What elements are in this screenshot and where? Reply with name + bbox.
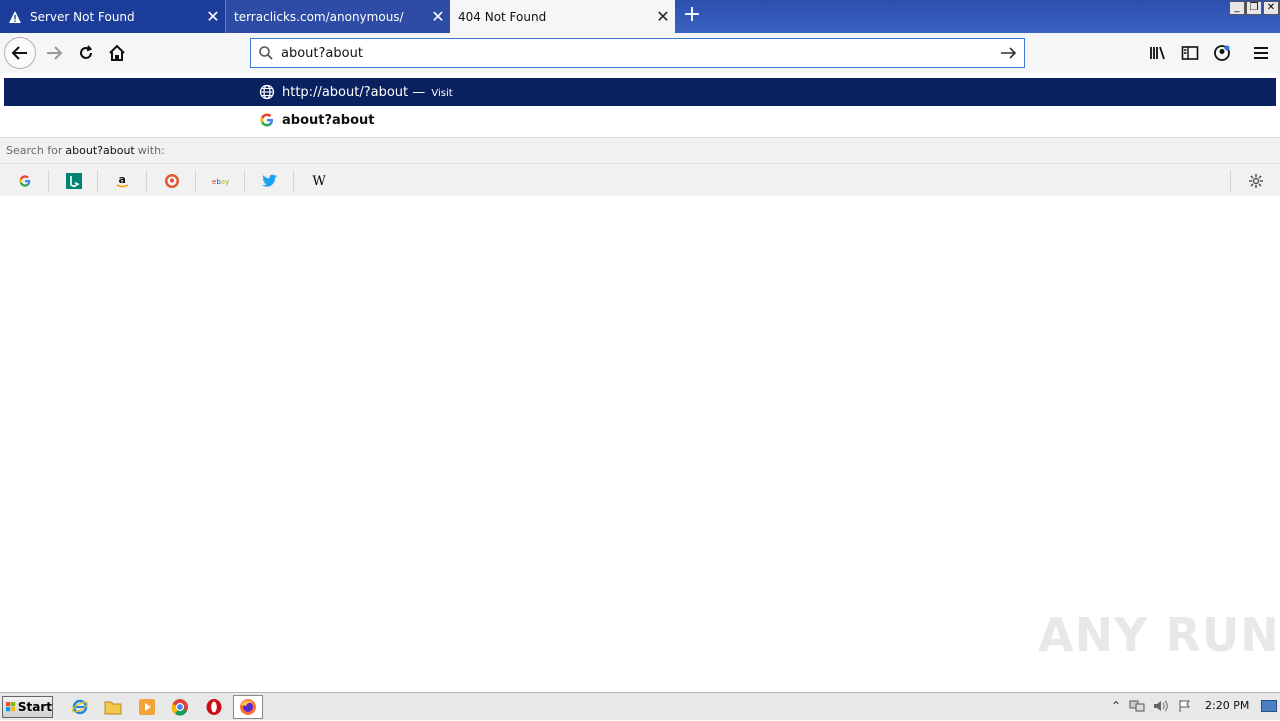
sidebar-icon <box>1181 46 1199 60</box>
internet-explorer-icon[interactable] <box>70 697 90 717</box>
close-tab-icon[interactable]: ✕ <box>651 7 675 26</box>
url-input[interactable]: about?about <box>281 46 994 61</box>
engine-separator <box>1230 170 1231 192</box>
forward-arrow-icon <box>47 46 63 60</box>
google-engine-icon[interactable] <box>15 171 35 191</box>
search-settings-gear-icon[interactable] <box>1246 171 1266 191</box>
show-desktop-icon[interactable] <box>1260 697 1278 715</box>
anyrun-watermark: ANY RUN <box>1038 608 1280 662</box>
firefox-icon <box>240 699 256 715</box>
window-controls: _ ❐ ✕ <box>1228 1 1279 15</box>
close-tab-icon[interactable]: ✕ <box>201 7 225 26</box>
firefox-taskbar-button[interactable] <box>233 695 263 719</box>
file-explorer-icon[interactable] <box>103 697 123 717</box>
globe-icon <box>259 84 275 100</box>
search-for-label: Search for about?about with: <box>0 137 1280 163</box>
media-player-icon[interactable] <box>137 697 157 717</box>
tab-title: terraclicks.com/anonymous/ <box>234 9 404 24</box>
close-tab-icon[interactable]: ✕ <box>426 7 450 26</box>
show-hidden-icons-icon[interactable]: ⌃ <box>1107 697 1125 715</box>
engine-separator <box>146 170 147 192</box>
forward-button[interactable] <box>38 37 70 69</box>
engine-separator <box>97 170 98 192</box>
account-button[interactable] <box>1206 37 1238 69</box>
back-arrow-icon <box>11 46 27 60</box>
warning-icon <box>9 10 21 23</box>
engine-separator <box>195 170 196 192</box>
nav-bar: about?about <box>0 33 1280 73</box>
svg-text:ebay: ebay <box>212 178 229 186</box>
taskbar: Start ⌃ 2:20 PM <box>0 692 1280 720</box>
home-button[interactable] <box>101 37 133 69</box>
suggestion-visit-url[interactable]: http://about/?about — Visit <box>4 78 1276 106</box>
url-bar[interactable]: about?about <box>250 38 1025 68</box>
tab-title: Server Not Found <box>30 9 135 24</box>
reload-icon <box>80 45 93 59</box>
engine-separator <box>48 170 49 192</box>
volume-icon[interactable] <box>1152 697 1170 715</box>
tab-server-not-found[interactable]: Server Not Found ✕ <box>0 0 225 33</box>
bing-engine-icon[interactable] <box>64 171 84 191</box>
reload-button[interactable] <box>70 37 102 69</box>
start-label: Start <box>17 700 52 714</box>
twitter-engine-icon[interactable] <box>260 171 280 191</box>
one-off-search-engines: a ebay W <box>0 163 1280 196</box>
back-button[interactable] <box>4 37 36 69</box>
account-icon <box>1214 45 1230 61</box>
duckduckgo-engine-icon[interactable] <box>162 171 182 191</box>
engine-separator <box>293 170 294 192</box>
new-tab-button[interactable]: + <box>680 4 704 28</box>
sidebar-button[interactable] <box>1174 37 1206 69</box>
tab-title: 404 Not Found <box>458 9 547 24</box>
suggestion-text: about?about <box>282 112 375 128</box>
tab-terraclicks[interactable]: terraclicks.com/anonymous/ ✕ <box>225 0 450 33</box>
tab-strip: Server Not Found ✕ terraclicks.com/anony… <box>0 0 1280 33</box>
wikipedia-engine-icon[interactable]: W <box>309 171 329 191</box>
chrome-icon[interactable] <box>170 697 190 717</box>
opera-icon[interactable] <box>204 697 224 717</box>
minimize-button[interactable]: _ <box>1229 1 1245 15</box>
start-button[interactable]: Start <box>2 696 53 718</box>
windows-logo-icon <box>6 702 16 712</box>
svg-text:a: a <box>119 173 126 186</box>
ebay-engine-icon[interactable]: ebay <box>211 171 231 191</box>
tab-404-not-found[interactable]: 404 Not Found ✕ <box>450 0 675 33</box>
engine-separator <box>244 170 245 192</box>
suggestion-search[interactable]: about?about <box>4 106 1276 134</box>
amazon-engine-icon[interactable]: a <box>113 171 133 191</box>
library-icon <box>1150 46 1165 60</box>
search-icon <box>251 45 281 61</box>
library-button[interactable] <box>1142 37 1174 69</box>
action-center-flag-icon[interactable] <box>1176 697 1194 715</box>
close-window-button[interactable]: ✕ <box>1263 1 1279 15</box>
suggestion-text: http://about/?about — Visit <box>282 84 453 100</box>
urlbar-dropdown: http://about/?about — Visit about?about … <box>0 73 1280 196</box>
google-icon <box>260 113 273 127</box>
network-icon[interactable] <box>1128 697 1146 715</box>
hamburger-menu-icon <box>1254 47 1268 59</box>
menu-button[interactable] <box>1245 37 1277 69</box>
home-icon <box>109 44 125 61</box>
go-arrow-icon[interactable] <box>994 45 1024 61</box>
visit-label: Visit <box>431 87 453 99</box>
restore-button[interactable]: ❐ <box>1246 1 1262 15</box>
taskbar-clock[interactable]: 2:20 PM <box>1205 699 1249 712</box>
